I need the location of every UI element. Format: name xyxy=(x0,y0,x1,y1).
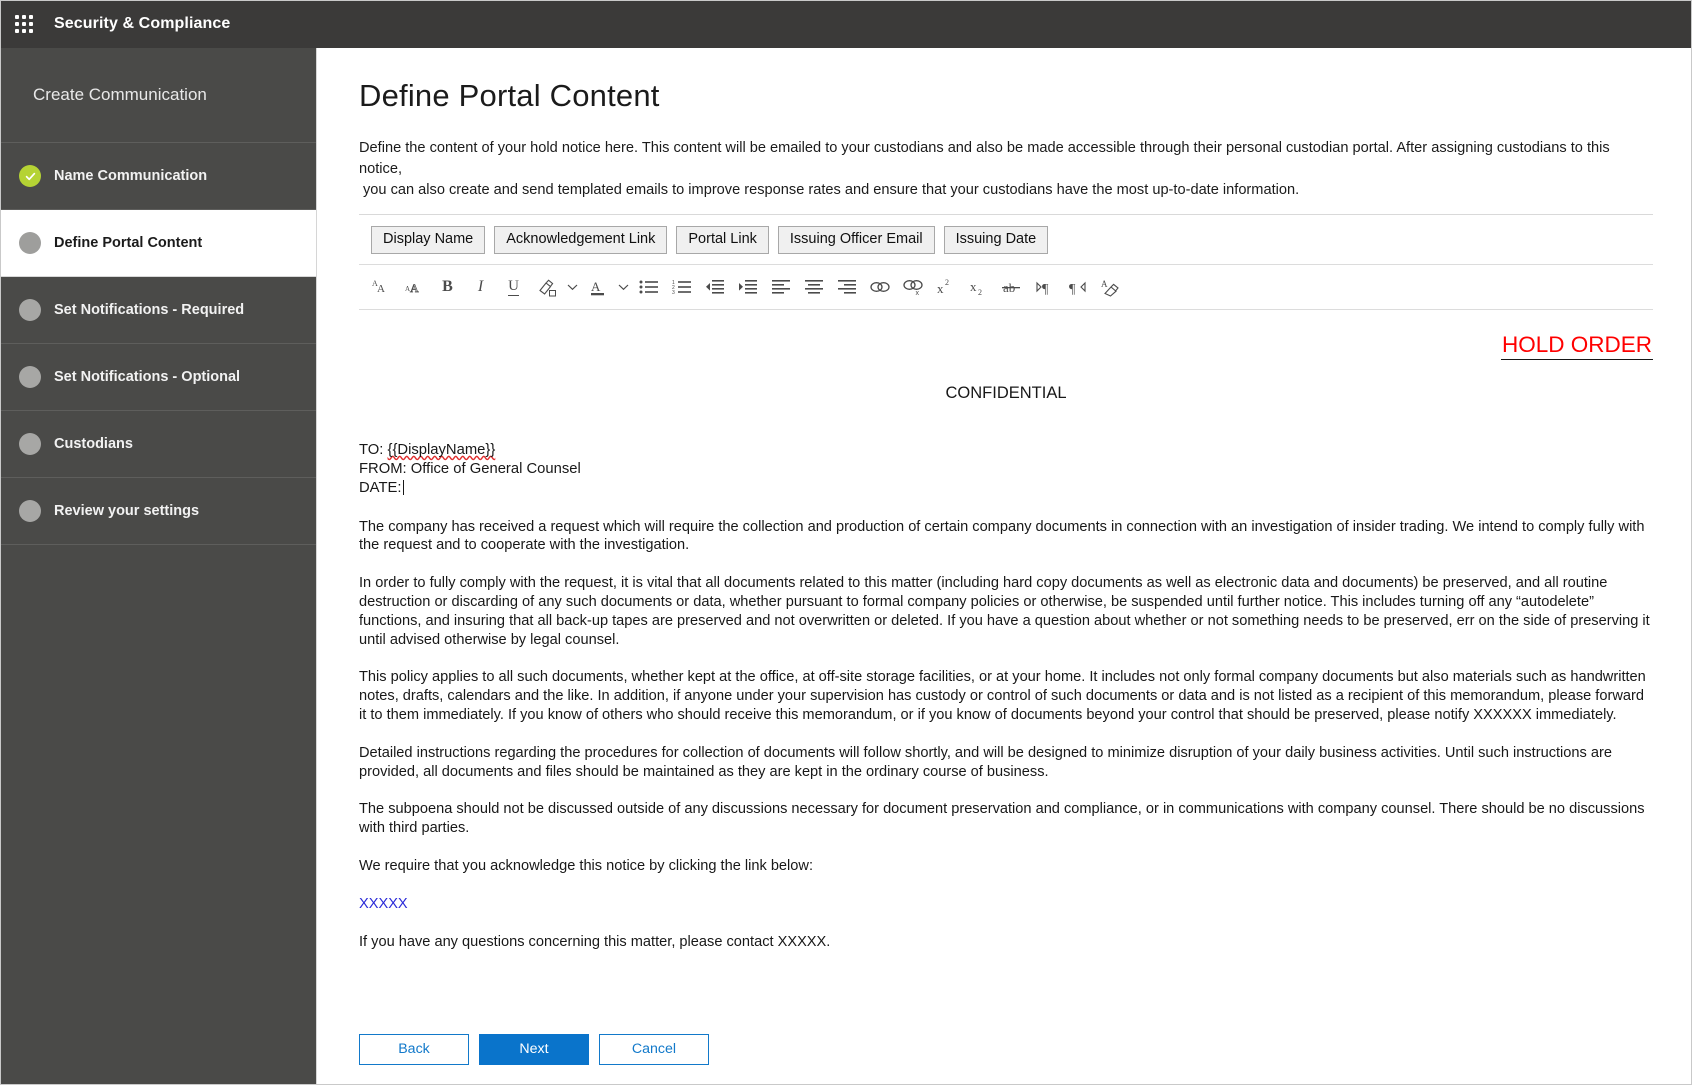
next-button[interactable]: Next xyxy=(479,1034,589,1065)
clear-formatting-icon[interactable]: A xyxy=(1094,271,1127,303)
align-right-icon[interactable] xyxy=(830,271,863,303)
rtl-paragraph-icon[interactable]: ¶ xyxy=(1061,271,1094,303)
font-color-icon[interactable]: A xyxy=(581,271,614,303)
notice-paragraph: The company has received a request which… xyxy=(359,518,1653,556)
svg-text:x: x xyxy=(937,281,944,296)
highlight-color-icon[interactable] xyxy=(530,271,563,303)
align-center-icon[interactable] xyxy=(797,271,830,303)
text-cursor xyxy=(403,480,404,495)
sidebar-item-label: Custodians xyxy=(54,436,133,452)
circle-icon xyxy=(19,232,41,254)
cancel-button[interactable]: Cancel xyxy=(599,1034,709,1065)
wizard-footer: Back Next Cancel xyxy=(359,1034,709,1065)
italic-icon[interactable]: I xyxy=(464,271,497,303)
align-left-icon[interactable] xyxy=(764,271,797,303)
chevron-down-icon[interactable] xyxy=(614,271,632,303)
notice-paragraph: The subpoena should not be discussed out… xyxy=(359,800,1653,838)
notice-confidential-label: CONFIDENTIAL xyxy=(359,384,1653,403)
notice-paragraph: In order to fully comply with the reques… xyxy=(359,574,1653,649)
increase-indent-icon[interactable] xyxy=(731,271,764,303)
suite-title: Security & Compliance xyxy=(54,15,230,33)
sidebar-item-label: Set Notifications - Required xyxy=(54,302,244,318)
notice-heading: HOLD ORDER xyxy=(1501,332,1653,360)
notice-meta-block: TO: {{DisplayName}} FROM: Office of Gene… xyxy=(359,441,1653,499)
remove-link-icon[interactable]: x xyxy=(896,271,929,303)
sidebar-item-review-your-settings[interactable]: Review your settings xyxy=(0,478,316,545)
token-button-acknowledgement-link[interactable]: Acknowledgement Link xyxy=(494,226,667,254)
circle-icon xyxy=(19,500,41,522)
back-button[interactable]: Back xyxy=(359,1034,469,1065)
display-name-token: {{DisplayName}} xyxy=(388,442,496,458)
numbered-list-icon[interactable]: 1 2 3 xyxy=(665,271,698,303)
notice-date-line: DATE: xyxy=(359,479,1653,498)
chevron-down-icon[interactable] xyxy=(563,271,581,303)
notice-closing-paragraph: If you have any questions concerning thi… xyxy=(359,933,1653,952)
acknowledgement-link[interactable]: XXXXX xyxy=(359,896,408,912)
svg-text:x: x xyxy=(915,290,919,296)
sidebar-item-label: Review your settings xyxy=(54,503,199,519)
circle-icon xyxy=(19,433,41,455)
bulleted-list-icon[interactable] xyxy=(632,271,665,303)
underline-icon[interactable]: U xyxy=(497,271,530,303)
merge-token-toolbar: Display Name Acknowledgement Link Portal… xyxy=(359,215,1653,264)
svg-text:¶: ¶ xyxy=(1069,282,1076,296)
page-description-line1: Define the content of your hold notice h… xyxy=(359,140,1610,177)
grow-font-icon[interactable]: AA xyxy=(365,271,398,303)
svg-text:¶: ¶ xyxy=(1042,282,1049,296)
sidebar-item-label: Define Portal Content xyxy=(54,235,202,251)
svg-text:A: A xyxy=(591,279,601,294)
decrease-indent-icon[interactable] xyxy=(698,271,731,303)
token-button-issuing-date[interactable]: Issuing Date xyxy=(944,226,1049,254)
svg-text:2: 2 xyxy=(945,278,949,287)
wizard-sidebar: Create Communication Name Communication … xyxy=(0,48,317,1085)
token-button-issuing-officer-email[interactable]: Issuing Officer Email xyxy=(778,226,935,254)
main-content: Define Portal Content Define the content… xyxy=(317,48,1692,1085)
shrink-font-icon[interactable]: AA xyxy=(398,271,431,303)
notice-date-label: DATE: xyxy=(359,480,401,496)
notice-to-line: TO: {{DisplayName}} xyxy=(359,441,1653,460)
superscript-icon[interactable]: x 2 xyxy=(929,271,962,303)
app-launcher-button[interactable] xyxy=(0,0,48,48)
rich-text-editor: Display Name Acknowledgement Link Portal… xyxy=(359,214,1653,1014)
insert-link-icon[interactable] xyxy=(863,271,896,303)
notice-paragraph: Detailed instructions regarding the proc… xyxy=(359,744,1653,782)
subscript-icon[interactable]: x 2 xyxy=(962,271,995,303)
svg-text:A: A xyxy=(410,281,419,295)
svg-text:A: A xyxy=(377,283,385,295)
formatting-toolbar: AA AA B I U xyxy=(359,264,1653,310)
notice-to-label: TO: xyxy=(359,442,388,458)
sidebar-item-set-notifications-required[interactable]: Set Notifications - Required xyxy=(0,277,316,344)
page-title: Define Portal Content xyxy=(359,78,660,114)
circle-icon xyxy=(19,299,41,321)
sidebar-item-define-portal-content[interactable]: Define Portal Content xyxy=(0,210,316,277)
svg-text:2: 2 xyxy=(978,288,982,296)
check-circle-icon xyxy=(19,165,41,187)
sidebar-item-label: Name Communication xyxy=(54,168,207,184)
notice-paragraph: This policy applies to all such document… xyxy=(359,668,1653,724)
sidebar-heading: Create Communication xyxy=(0,48,316,143)
notice-from-line: FROM: Office of General Counsel xyxy=(359,460,1653,479)
sidebar-item-custodians[interactable]: Custodians xyxy=(0,411,316,478)
notice-paragraph: We require that you acknowledge this not… xyxy=(359,857,1653,876)
acknowledgement-link-paragraph: XXXXX xyxy=(359,895,1653,914)
token-button-portal-link[interactable]: Portal Link xyxy=(676,226,769,254)
app-root: Security & Compliance Create Communicati… xyxy=(0,0,1692,1085)
page-description-line2: you can also create and send templated e… xyxy=(359,180,1653,201)
waffle-grid-icon xyxy=(15,15,33,33)
sidebar-item-name-communication[interactable]: Name Communication xyxy=(0,143,316,210)
page-description: Define the content of your hold notice h… xyxy=(359,138,1653,201)
svg-text:x: x xyxy=(970,279,977,294)
bold-icon[interactable]: B xyxy=(431,271,464,303)
notice-body[interactable]: HOLD ORDER CONFIDENTIAL TO: {{DisplayNam… xyxy=(359,310,1653,951)
token-button-display-name[interactable]: Display Name xyxy=(371,226,485,254)
circle-icon xyxy=(19,366,41,388)
sidebar-item-label: Set Notifications - Optional xyxy=(54,369,240,385)
sidebar-item-set-notifications-optional[interactable]: Set Notifications - Optional xyxy=(0,344,316,411)
ltr-paragraph-icon[interactable]: ¶ xyxy=(1028,271,1061,303)
strikethrough-icon[interactable]: ab xyxy=(995,271,1028,303)
svg-text:3: 3 xyxy=(672,290,675,295)
top-app-bar: Security & Compliance xyxy=(0,0,1692,48)
svg-text:A: A xyxy=(1101,279,1108,289)
